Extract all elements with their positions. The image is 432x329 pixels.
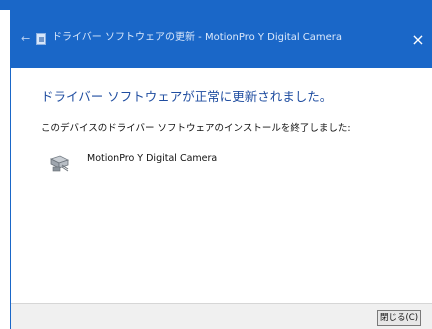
device-name: MotionPro Y Digital Camera <box>87 153 218 164</box>
close-button[interactable]: 閉じる(C) <box>377 310 421 326</box>
device-manager-icon <box>36 33 46 45</box>
title-bar: ← ドライバー ソフトウェアの更新 - MotionPro Y Digital … <box>11 10 432 68</box>
close-icon[interactable]: × <box>403 10 432 68</box>
success-heading: ドライバー ソフトウェアが正常に更新されました。 <box>41 89 333 104</box>
screen: ← ドライバー ソフトウェアの更新 - MotionPro Y Digital … <box>0 0 432 329</box>
window-title: ドライバー ソフトウェアの更新 - MotionPro Y Digital Ca… <box>52 32 343 43</box>
driver-update-dialog: ← ドライバー ソフトウェアの更新 - MotionPro Y Digital … <box>10 10 432 329</box>
back-arrow-icon[interactable]: ← <box>21 33 33 45</box>
dialog-footer: 閉じる(C) <box>11 303 432 329</box>
top-blue-strip <box>0 0 432 10</box>
camera-device-icon <box>49 155 70 172</box>
install-complete-text: このデバイスのドライバー ソフトウェアのインストールを終了しました: <box>41 123 351 134</box>
